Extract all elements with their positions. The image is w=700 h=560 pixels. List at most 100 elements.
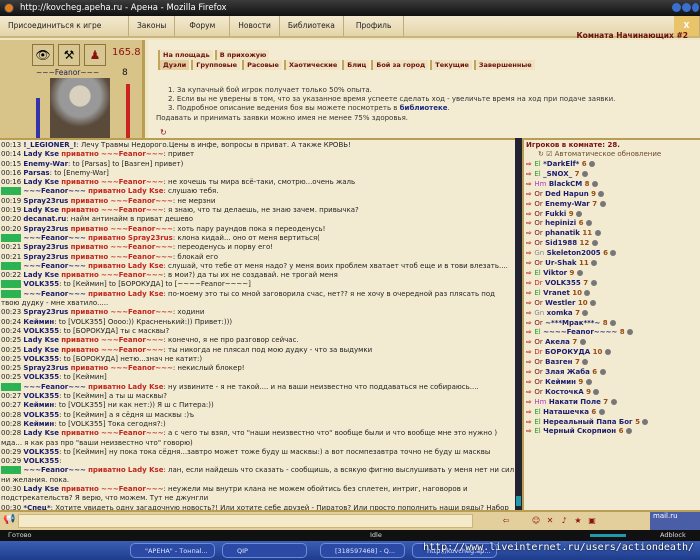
- message-sender[interactable]: VOLK355: [23, 392, 59, 400]
- user-list-item[interactable]: ⇨ Or Злая Жаба 6: [526, 368, 698, 378]
- message-sender[interactable]: Кеймин: [23, 420, 54, 428]
- user-list-item[interactable]: ⇨ El Нереальный Папа Бог 5: [526, 418, 698, 428]
- message-sender[interactable]: Lady Kse: [23, 429, 59, 437]
- message-sender[interactable]: Lady Kse: [23, 150, 59, 158]
- user-name[interactable]: BlackCM: [549, 180, 582, 188]
- message-sender[interactable]: Lady Kse: [23, 485, 59, 493]
- private-arrow-icon[interactable]: ⇨: [526, 338, 532, 346]
- message-recipient[interactable]: ~~~Feanor~~~: [101, 346, 163, 354]
- private-arrow-icon[interactable]: ⇨: [526, 358, 532, 366]
- tab-chaotic[interactable]: Хаотические: [283, 60, 341, 70]
- info-icon[interactable]: [591, 180, 598, 187]
- private-arrow-icon[interactable]: ⇨: [526, 299, 532, 307]
- refresh-icon[interactable]: ↻: [160, 128, 167, 137]
- user-list-item[interactable]: ⇨ Or Fukki 9: [526, 210, 698, 220]
- user-name[interactable]: Enemy-War: [545, 200, 590, 208]
- user-name[interactable]: Черный Скорпион: [543, 427, 616, 435]
- message-sender[interactable]: ~~~Feanor~~~: [23, 466, 85, 474]
- maximize-button[interactable]: [682, 3, 691, 12]
- tab-group[interactable]: Групповые: [191, 60, 241, 70]
- info-icon[interactable]: [591, 240, 598, 247]
- message-sender[interactable]: decanat.ru: [23, 215, 66, 223]
- message-sender[interactable]: Spray23rus: [23, 253, 68, 261]
- user-name[interactable]: КосточкА: [545, 388, 584, 396]
- user-list-item[interactable]: ⇨ Dr БОРОКУДА 10: [526, 348, 698, 358]
- user-name[interactable]: ~~~~Feanor~~~~: [543, 328, 617, 336]
- private-arrow-icon[interactable]: ⇨: [526, 408, 532, 416]
- message-input[interactable]: [18, 514, 473, 528]
- user-list-item[interactable]: ⇨ El *DarkElf* 6: [526, 160, 698, 170]
- user-list-item[interactable]: ⇨ El ~~~~Feanor~~~~ 8: [526, 328, 698, 338]
- private-arrow-icon[interactable]: ⇨: [526, 249, 532, 257]
- message-sender[interactable]: Spray23rus: [23, 308, 68, 316]
- message-sender[interactable]: Lady Kse: [23, 178, 59, 186]
- nav-forum[interactable]: Форум: [175, 16, 231, 36]
- task-qip-chat[interactable]: [318597468] - Q...: [320, 543, 405, 558]
- message-recipient[interactable]: ~~~Feanor~~~: [110, 243, 172, 251]
- info-icon[interactable]: [591, 260, 598, 267]
- message-recipient[interactable]: Lady Kse: [128, 290, 164, 298]
- message-recipient[interactable]: ~~~Feanor~~~: [110, 225, 172, 233]
- info-icon[interactable]: [627, 329, 634, 336]
- nav-rejoin[interactable]: Присоединиться к игре заново: [0, 16, 129, 50]
- user-name[interactable]: _SNOX_: [543, 170, 572, 178]
- info-icon[interactable]: [582, 359, 589, 366]
- message-sender[interactable]: Lady Kse: [23, 346, 59, 354]
- info-icon[interactable]: [576, 210, 583, 217]
- tab-square[interactable]: На площадь: [158, 50, 213, 60]
- send-icon[interactable]: ⇦: [500, 515, 512, 527]
- private-arrow-icon[interactable]: ⇨: [526, 190, 532, 198]
- private-arrow-icon[interactable]: ⇨: [526, 170, 532, 178]
- info-icon[interactable]: [576, 269, 583, 276]
- user-list-item[interactable]: ⇨ Hm Накати Поле 7: [526, 398, 698, 408]
- eye-icon[interactable]: 👁: [32, 44, 54, 66]
- user-name[interactable]: БОРОКУДА: [545, 348, 590, 356]
- private-arrow-icon[interactable]: ⇨: [526, 368, 532, 376]
- sound-icon[interactable]: ♪: [558, 515, 570, 527]
- private-arrow-icon[interactable]: ⇨: [526, 219, 532, 227]
- private-arrow-icon[interactable]: ⇨: [526, 378, 532, 386]
- user-list-item[interactable]: ⇨ El Viktor 9: [526, 269, 698, 279]
- message-recipient[interactable]: ~~~Feanor~~~: [110, 308, 172, 316]
- message-sender[interactable]: Lady Kse: [23, 271, 59, 279]
- nav-library[interactable]: Библиотека: [280, 16, 344, 36]
- message-recipient[interactable]: ~~~Feanor~~~: [110, 197, 172, 205]
- adblock-text[interactable]: Adblock: [660, 530, 686, 541]
- user-list-item[interactable]: ⇨ Hm BlackCM 8: [526, 180, 698, 190]
- private-arrow-icon[interactable]: ⇨: [526, 210, 532, 218]
- info-icon[interactable]: [579, 339, 586, 346]
- private-arrow-icon[interactable]: ⇨: [526, 309, 532, 317]
- message-sender[interactable]: Enemy-War: [23, 160, 68, 168]
- user-name[interactable]: Ur-Shak: [545, 259, 576, 267]
- message-recipient[interactable]: Lady Kse: [128, 187, 164, 195]
- message-sender[interactable]: Кеймин: [23, 318, 54, 326]
- user-name[interactable]: Вазген: [545, 358, 572, 366]
- user-name[interactable]: Наташечка: [543, 408, 589, 416]
- user-list-item[interactable]: ⇨ Or Акела 7: [526, 338, 698, 348]
- user-name[interactable]: phanatik: [545, 229, 580, 237]
- star-icon[interactable]: ★: [572, 515, 584, 527]
- message-sender[interactable]: Spray23rus: [23, 225, 68, 233]
- clear-icon[interactable]: ✕: [544, 515, 556, 527]
- message-recipient[interactable]: Lady Kse: [128, 262, 164, 270]
- info-icon[interactable]: [610, 398, 617, 405]
- user-name[interactable]: Акела: [545, 338, 570, 346]
- character-nick[interactable]: ~~~Feanor~~~: [36, 68, 99, 77]
- message-sender[interactable]: ~~~Feanor~~~: [23, 234, 85, 242]
- info-icon[interactable]: [589, 161, 596, 167]
- tools-icon[interactable]: ⚒: [58, 44, 80, 66]
- tab-duels[interactable]: Дуэли: [158, 60, 190, 70]
- message-recipient[interactable]: Spray23rus: [128, 234, 173, 242]
- private-arrow-icon[interactable]: ⇨: [526, 180, 532, 188]
- message-recipient[interactable]: Lady Kse: [128, 466, 164, 474]
- speaker-icon[interactable]: 📢: [3, 514, 15, 525]
- user-name[interactable]: Vranet: [543, 289, 570, 297]
- user-name[interactable]: Нереальный Папа Бог: [543, 418, 633, 426]
- tab-racial[interactable]: Расовые: [242, 60, 282, 70]
- message-recipient[interactable]: ~~~Feanor~~~: [110, 253, 172, 261]
- private-arrow-icon[interactable]: ⇨: [526, 259, 532, 267]
- user-list-item[interactable]: ⇨ Or КосточкА 9: [526, 388, 698, 398]
- private-arrow-icon[interactable]: ⇨: [526, 289, 532, 297]
- private-arrow-icon[interactable]: ⇨: [526, 239, 532, 247]
- info-icon[interactable]: [590, 279, 597, 286]
